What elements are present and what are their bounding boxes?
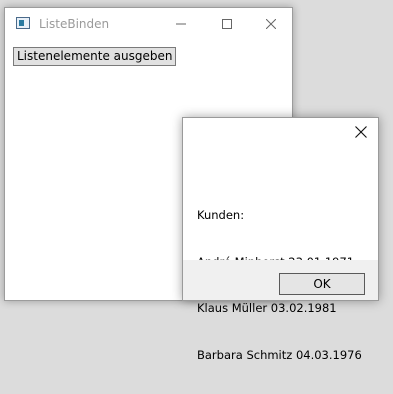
list-item: Barbara Schmitz 04.03.1976 <box>197 347 362 362</box>
maximize-icon <box>222 19 232 29</box>
list-item: Klaus Müller 03.02.1981 <box>197 301 337 315</box>
close-icon <box>266 19 276 29</box>
maximize-button[interactable] <box>204 8 250 40</box>
minimize-icon <box>176 19 186 29</box>
close-button[interactable] <box>248 8 294 40</box>
message-dialog: Kunden: André Minhorst 23.01.1971 Klaus … <box>182 117 379 362</box>
message-heading: Kunden: <box>197 208 245 222</box>
app-icon <box>16 17 30 29</box>
dialog-footer: OK <box>183 260 378 300</box>
window-title: ListeBinden <box>39 17 110 31</box>
title-bar[interactable]: ListeBinden <box>5 8 292 40</box>
ok-button[interactable]: OK <box>279 273 365 295</box>
list-items-output-button[interactable]: Listenelemente ausgeben <box>13 47 177 66</box>
minimize-button[interactable] <box>158 8 204 40</box>
close-icon <box>355 125 367 141</box>
dialog-close-button[interactable] <box>344 118 378 148</box>
